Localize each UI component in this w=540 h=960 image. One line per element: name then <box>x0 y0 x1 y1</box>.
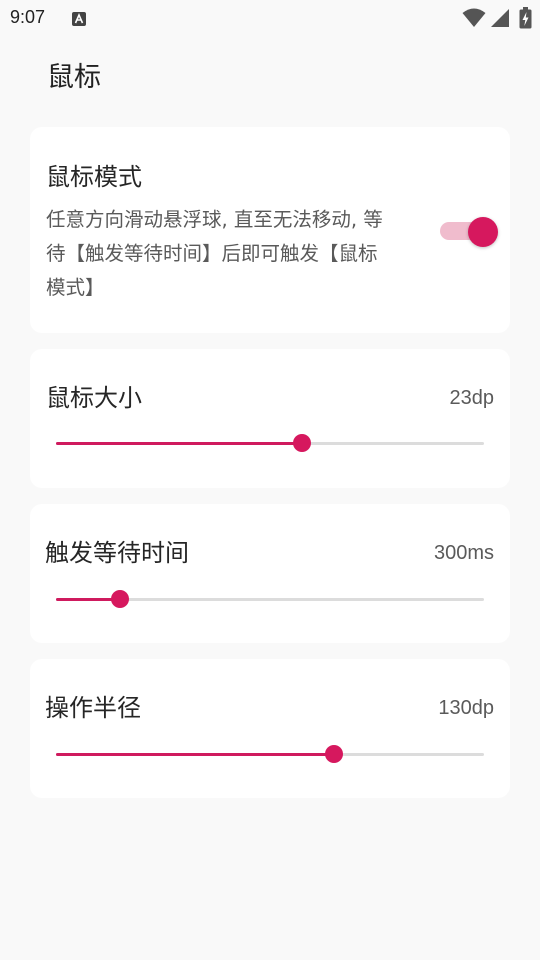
trigger-wait-title: 触发等待时间 <box>45 539 189 567</box>
mouse-mode-description: 任意方向滑动悬浮球, 直至无法移动, 等待【触发等待时间】后即可触发【鼠标模式】 <box>46 208 383 299</box>
cell-signal-icon <box>491 9 509 27</box>
mouse-size-slider-fill <box>56 442 302 445</box>
mouse-mode-toggle-thumb <box>468 217 498 247</box>
mouse-size-slider-thumb[interactable] <box>293 434 311 452</box>
a-letter-notification-icon <box>72 11 86 26</box>
trigger-wait-value: 300ms <box>433 542 494 564</box>
mouse-size-value: 23dp <box>449 387 495 409</box>
operation-radius-slider-thumb[interactable] <box>325 745 343 763</box>
mouse-size-slider[interactable] <box>56 433 484 453</box>
trigger-wait-slider[interactable] <box>56 589 484 609</box>
mouse-mode-toggle[interactable] <box>440 217 498 247</box>
operation-radius-value: 130dp <box>438 697 494 719</box>
wifi-icon <box>462 8 486 27</box>
page-title: 鼠标 <box>47 62 101 93</box>
trigger-wait-slider-thumb[interactable] <box>111 590 129 608</box>
status-bar: 9:07 <box>0 0 540 36</box>
operation-radius-title: 操作半径 <box>45 694 141 722</box>
mouse-mode-card: 鼠标模式 任意方向滑动悬浮球, 直至无法移动, 等待【触发等待时间】后即可触发【… <box>30 127 510 333</box>
mouse-size-title: 鼠标大小 <box>46 384 142 412</box>
operation-radius-card: 操作半径 130dp <box>30 659 510 798</box>
trigger-wait-card: 触发等待时间 300ms <box>30 504 510 643</box>
mouse-size-card: 鼠标大小 23dp <box>30 349 510 488</box>
status-time: 9:07 <box>10 7 46 27</box>
battery-charging-icon <box>519 7 532 29</box>
mouse-mode-title: 鼠标模式 <box>46 163 142 191</box>
operation-radius-slider-fill <box>56 753 334 756</box>
operation-radius-slider[interactable] <box>56 744 484 764</box>
